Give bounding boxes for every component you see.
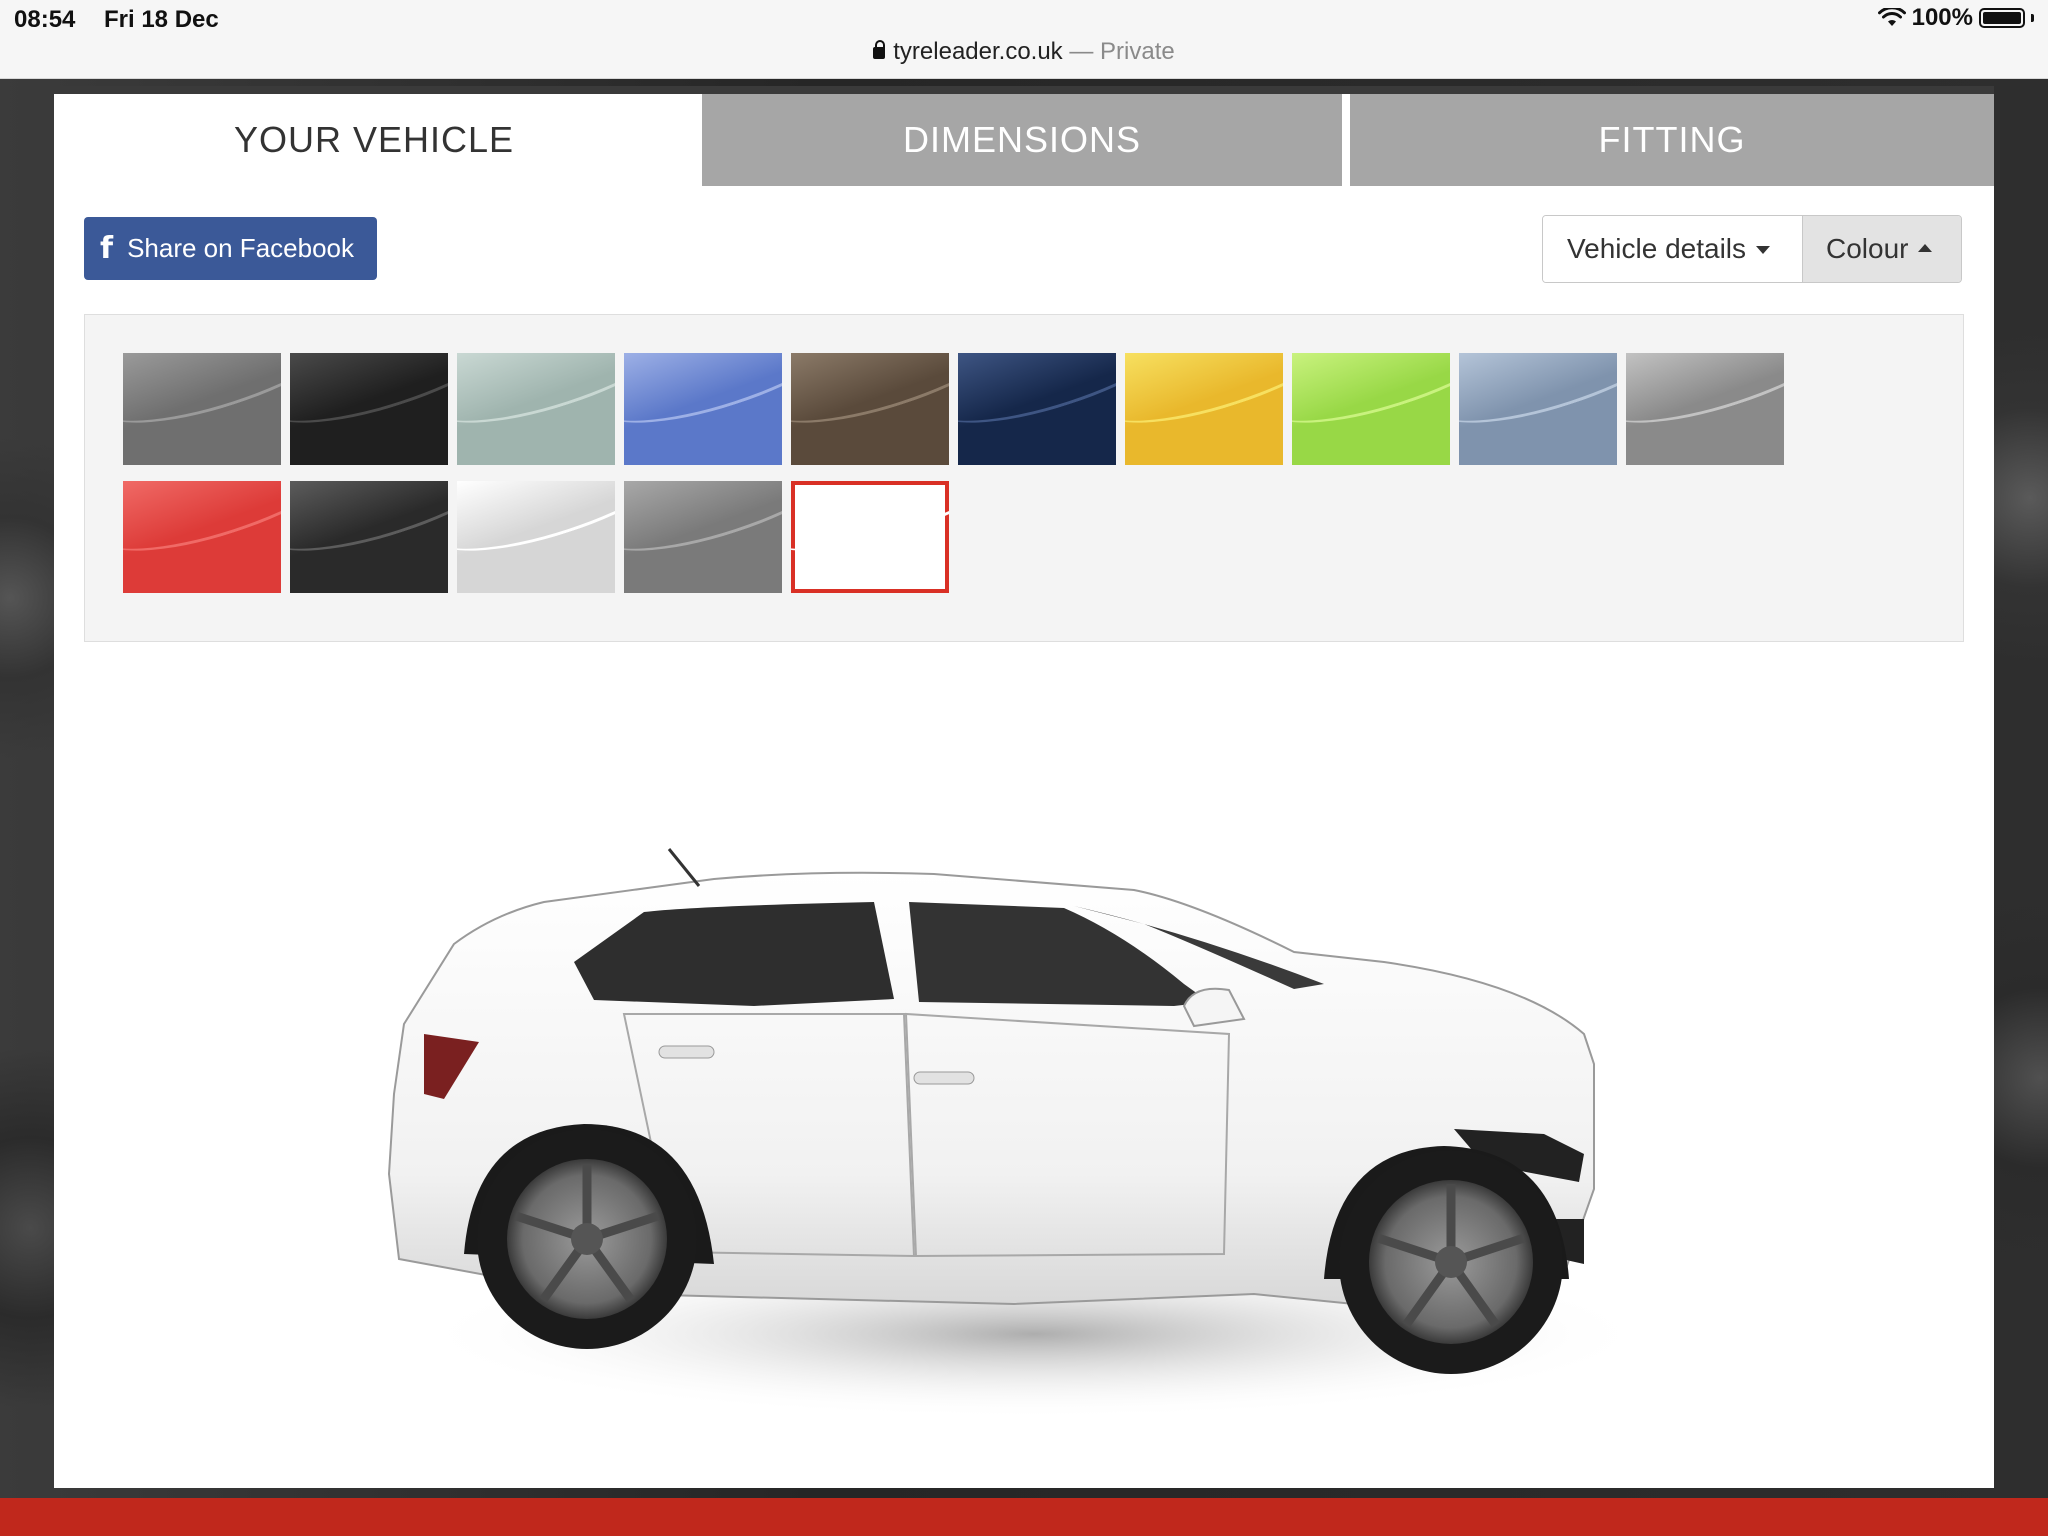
rear-wheel <box>477 1129 697 1349</box>
swatch-shine <box>290 353 448 445</box>
tab-bar: YOUR VEHICLE DIMENSIONS FITTING <box>54 94 1994 186</box>
chevron-up-icon <box>1918 244 1933 252</box>
status-time: 08:54 <box>14 6 76 33</box>
front-wheel <box>1339 1150 1563 1374</box>
colour-swatch-6[interactable] <box>958 353 1116 465</box>
battery-tip <box>2031 14 2034 22</box>
swatch-shine <box>457 481 615 573</box>
colour-swatch-1[interactable] <box>123 353 281 465</box>
swatch-shine <box>791 481 949 573</box>
swatch-shine <box>1125 353 1283 445</box>
status-indicators: 100% <box>1877 4 2034 32</box>
colour-swatch-7[interactable] <box>1125 353 1283 465</box>
colour-swatch-12[interactable] <box>290 481 448 593</box>
colour-swatch-10[interactable] <box>1626 353 1784 465</box>
footer-bar <box>0 1498 2048 1536</box>
configurator-panel: YOUR VEHICLE DIMENSIONS FITTING f Share … <box>54 94 1994 1488</box>
swatch-shine <box>457 353 615 445</box>
tab-fitting[interactable]: FITTING <box>1350 94 1994 186</box>
vehicle-image <box>387 848 1654 1419</box>
colour-swatch-9[interactable] <box>1459 353 1617 465</box>
swatch-shine <box>1459 353 1617 445</box>
swatch-shine <box>1292 353 1450 445</box>
tab-your-vehicle[interactable]: YOUR VEHICLE <box>54 94 694 186</box>
swatch-shine <box>958 353 1116 445</box>
swatch-shine <box>290 481 448 573</box>
address-bar[interactable]: tyreleader.co.uk — Private <box>0 38 2048 66</box>
colour-swatch-14[interactable] <box>624 481 782 593</box>
colour-swatch-15[interactable] <box>791 481 949 593</box>
swatch-shine <box>1626 353 1784 445</box>
wifi-icon <box>1877 8 1906 26</box>
colour-swatch-4[interactable] <box>624 353 782 465</box>
view-toggle-group: Vehicle details Colour <box>1542 215 1962 283</box>
browser-status-bar: 08:54 Fri 18 Dec 100% tyreleader.co.uk —… <box>0 0 2048 79</box>
private-label: — Private <box>1069 38 1175 65</box>
facebook-icon: f <box>100 231 114 266</box>
swatch-shine <box>624 353 782 445</box>
swatch-shine <box>123 481 281 573</box>
colour-swatch-11[interactable] <box>123 481 281 593</box>
battery-icon <box>1979 8 2025 28</box>
colour-swatch-8[interactable] <box>1292 353 1450 465</box>
colour-swatch-3[interactable] <box>457 353 615 465</box>
url-text: tyreleader.co.uk <box>893 38 1063 65</box>
panel-top-border <box>54 86 1994 94</box>
colour-swatch-panel <box>84 314 1964 642</box>
colour-label: Colour <box>1826 233 1909 264</box>
colour-swatch-2[interactable] <box>290 353 448 465</box>
swatch-shine <box>123 353 281 445</box>
colour-button[interactable]: Colour <box>1803 216 1961 282</box>
lock-icon <box>873 40 886 59</box>
share-facebook-label: Share on Facebook <box>127 233 354 263</box>
share-facebook-button[interactable]: f Share on Facebook <box>84 217 377 280</box>
battery-percent: 100% <box>1911 4 1973 31</box>
swatch-shine <box>624 481 782 573</box>
swatch-shine <box>791 353 949 445</box>
colour-swatch-5[interactable] <box>791 353 949 465</box>
tab-dimensions[interactable]: DIMENSIONS <box>702 94 1342 186</box>
chevron-down-icon <box>1756 246 1771 254</box>
colour-swatch-13[interactable] <box>457 481 615 593</box>
status-date: Fri 18 Dec <box>104 6 219 33</box>
vehicle-details-label: Vehicle details <box>1567 233 1747 264</box>
vehicle-details-button[interactable]: Vehicle details <box>1543 216 1803 282</box>
